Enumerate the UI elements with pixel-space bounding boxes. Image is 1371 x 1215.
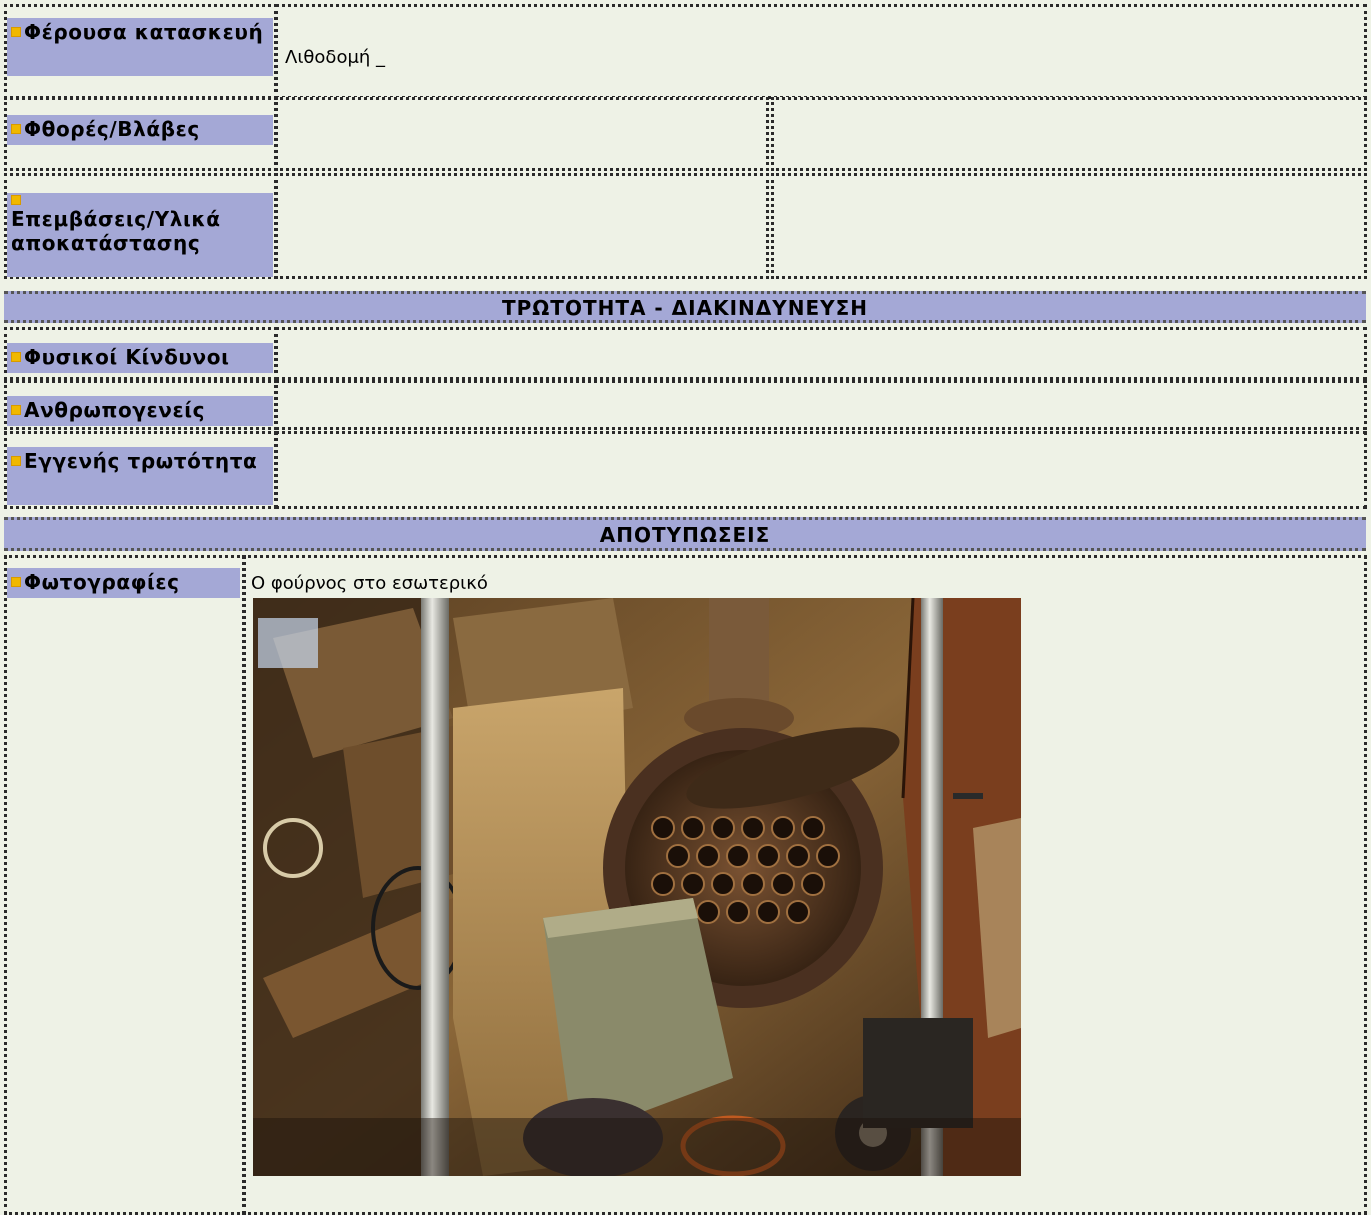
bullet-square-icon	[11, 405, 21, 415]
bullet-square-icon	[11, 195, 21, 205]
section-header-imprints: ΑΠΟΤΥΠΩΣΕΙΣ	[4, 517, 1366, 551]
engine-block	[863, 1018, 973, 1128]
row-bearing-value-cell	[275, 4, 1367, 99]
bullet-square-icon	[11, 456, 21, 466]
metal-pipe-left	[421, 598, 449, 1176]
bearing-structure-value: Λιθοδομή _	[285, 47, 386, 68]
oven-photo[interactable]	[253, 598, 1021, 1176]
bearing-structure-label: Φέρουσα κατασκευή	[7, 18, 273, 76]
bullet-square-icon	[11, 124, 21, 134]
damages-value-left	[275, 97, 769, 171]
anthropogenic-value	[275, 380, 1367, 430]
photo-caption: Ο φούρνος στο εσωτερικό	[251, 573, 488, 594]
natural-hazards-label: Φυσικοί Κίνδυνοι	[7, 343, 273, 373]
anthropogenic-label: Ανθρωπογενείς	[7, 396, 273, 426]
floor-shadow	[253, 1118, 1021, 1176]
damages-value-right	[771, 97, 1367, 171]
interventions-label: Επεμβάσεις/Υλικά αποκατάστασης	[7, 193, 273, 277]
inherent-vulnerability-label: Εγγενής τρωτότητα	[7, 447, 273, 505]
section-header-vulnerability: ΤΡΩΤΟΤΗΤΑ - ΔΙΑΚΙΝΔΥΝΕΥΣΗ	[4, 291, 1366, 323]
inherent-vulnerability-value	[275, 431, 1367, 509]
window-gap	[258, 618, 318, 668]
interventions-value-right	[771, 173, 1367, 279]
natural-hazards-value	[275, 327, 1367, 380]
bullet-square-icon	[11, 352, 21, 362]
interventions-value-left	[275, 173, 769, 279]
bullet-square-icon	[11, 577, 21, 587]
door-handle	[953, 793, 983, 799]
photographs-label: Φωτογραφίες	[7, 568, 240, 598]
bullet-square-icon	[11, 27, 21, 37]
damages-label: Φθορές/Βλάβες	[7, 115, 273, 145]
row-photos-label-cell	[4, 555, 245, 1215]
